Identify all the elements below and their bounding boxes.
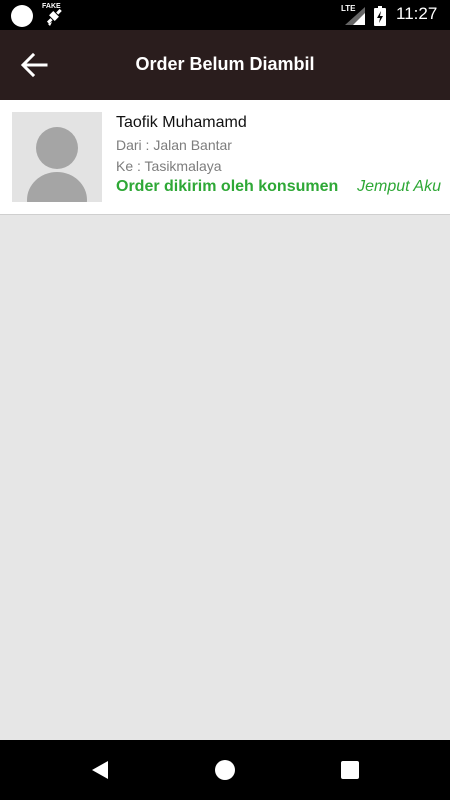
pickup-address: Dari : Jalan Bantar bbox=[116, 137, 232, 153]
fake-gps-label: FAKE bbox=[42, 3, 61, 10]
signal-icon bbox=[345, 7, 365, 25]
triangle-back-icon[interactable] bbox=[87, 757, 113, 783]
default-avatar-icon bbox=[12, 112, 102, 202]
clock: 11:27 bbox=[396, 4, 438, 23]
notification-dot-icon bbox=[11, 5, 33, 27]
app-toolbar: Order Belum Diambil bbox=[0, 30, 450, 100]
service-type: Jemput Aku bbox=[357, 178, 441, 195]
destination-address: Ke : Tasikmalaya bbox=[116, 158, 222, 174]
order-list: Taofik Muhamamd Dari : Jalan Bantar Ke :… bbox=[0, 100, 450, 215]
square-recents-icon[interactable] bbox=[337, 757, 363, 783]
status-bar: FAKE LTE 11:27 bbox=[0, 0, 450, 30]
order-card[interactable]: Taofik Muhamamd Dari : Jalan Bantar Ke :… bbox=[0, 100, 450, 215]
system-nav-bar bbox=[0, 740, 450, 800]
customer-name: Taofik Muhamamd bbox=[116, 114, 247, 131]
order-status: Order dikirim oleh konsumen bbox=[116, 178, 339, 195]
battery-charging-icon bbox=[374, 6, 386, 26]
page-title: Order Belum Diambil bbox=[135, 54, 315, 74]
circle-home-icon[interactable] bbox=[212, 757, 238, 783]
order-status-row: Order dikirim oleh konsumen Jemput Aku bbox=[116, 178, 441, 196]
